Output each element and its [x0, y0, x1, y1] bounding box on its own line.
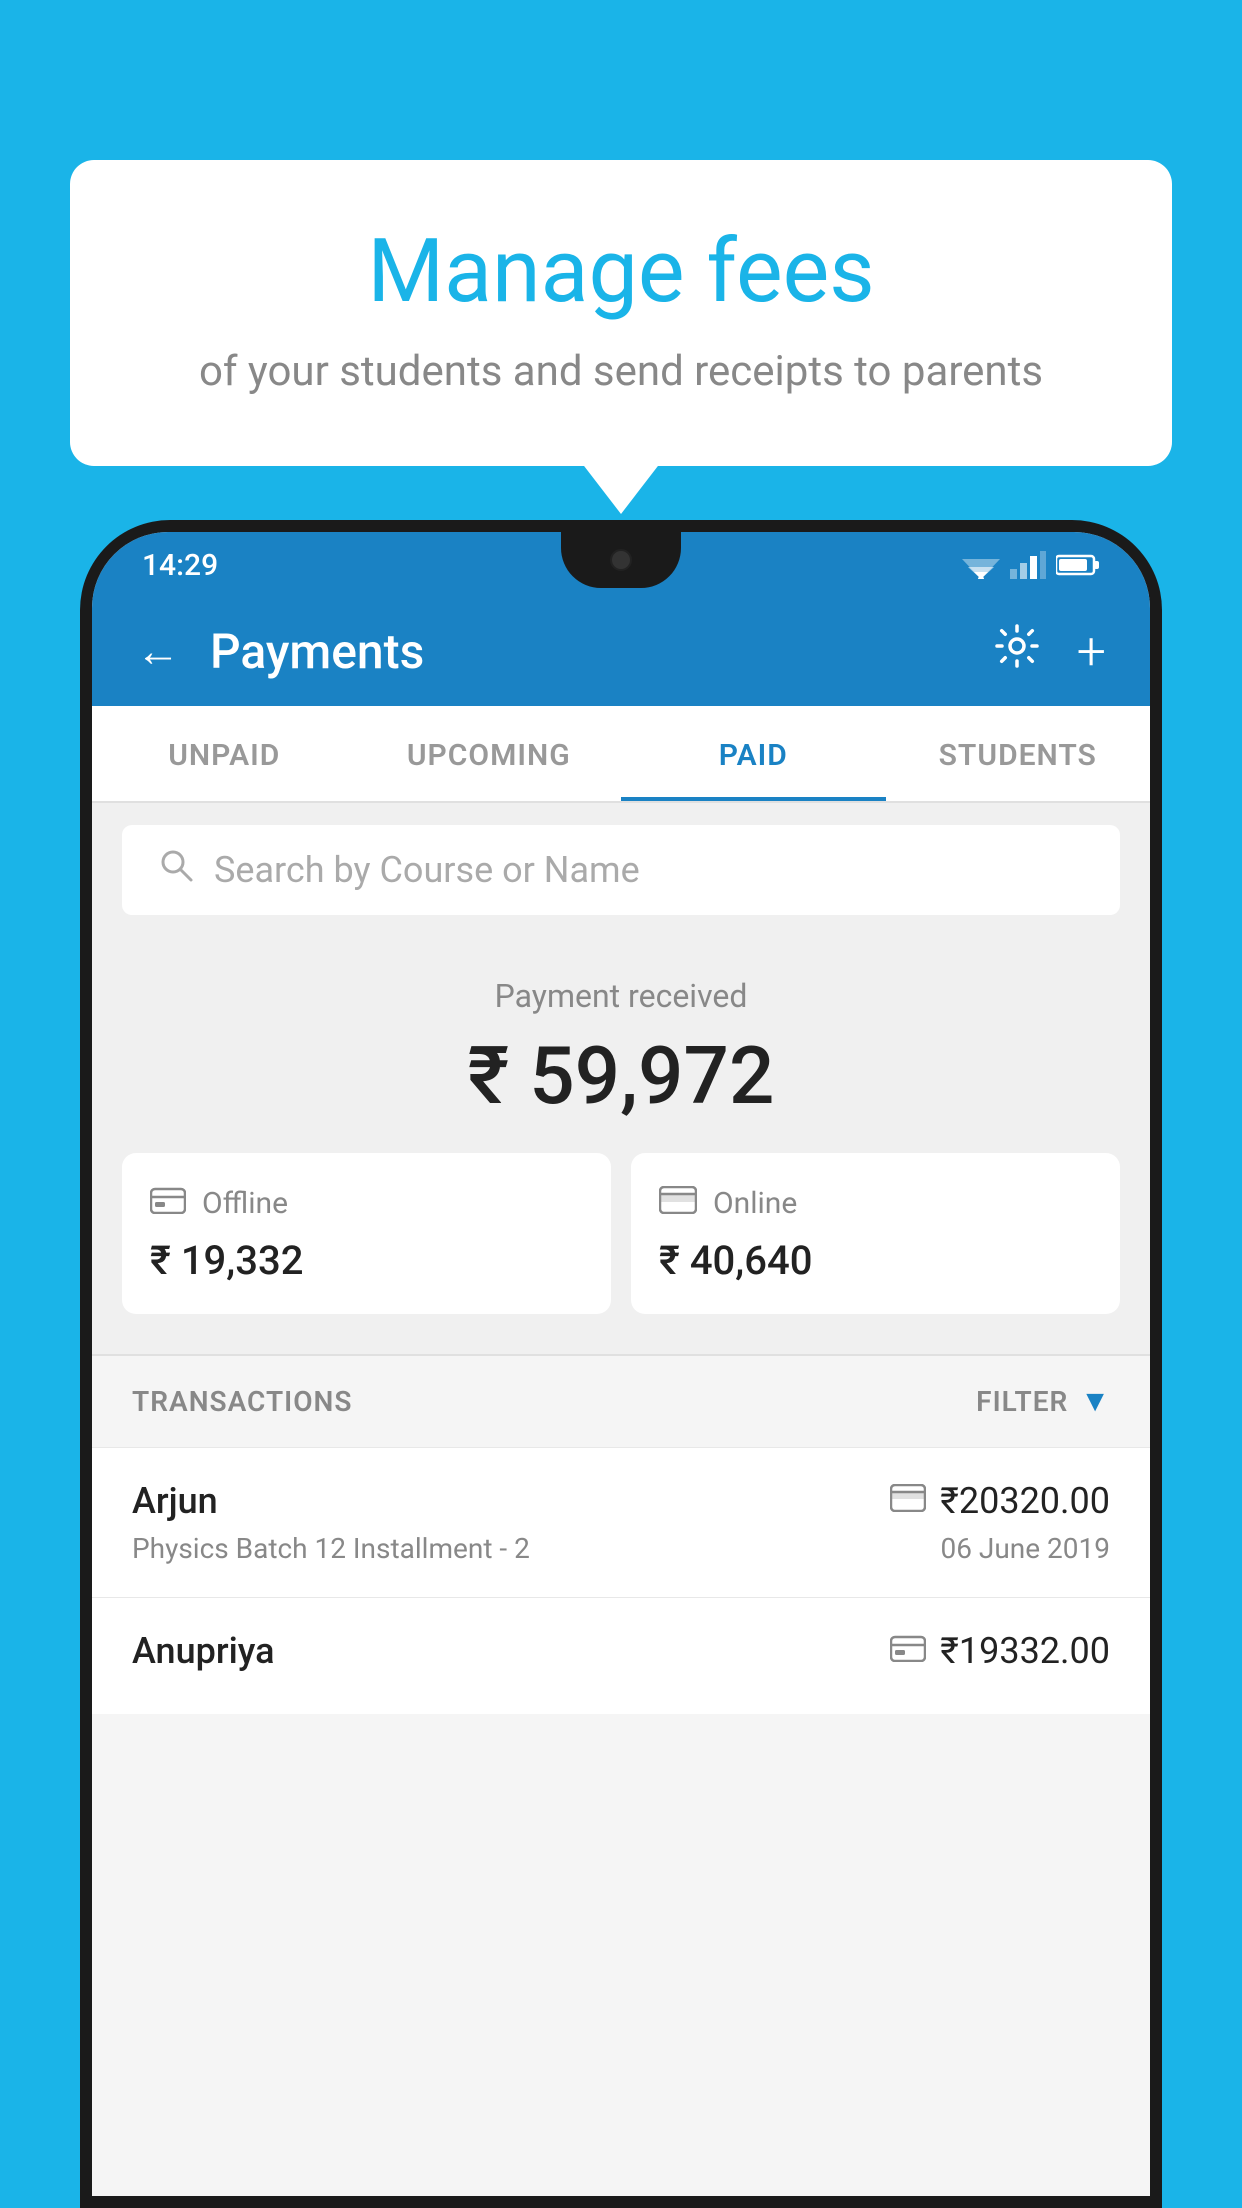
- filter-label: FILTER: [976, 1385, 1068, 1418]
- tab-upcoming[interactable]: UPCOMING: [357, 706, 622, 801]
- search-icon: [158, 847, 194, 893]
- battery-icon: [1056, 553, 1100, 577]
- transactions-label: TRANSACTIONS: [132, 1385, 352, 1418]
- payment-total: ₹ 59,972: [122, 1029, 1120, 1123]
- table-row[interactable]: Arjun ₹20320.00 Physics Batch 12 Install…: [92, 1447, 1150, 1597]
- status-icons: [962, 551, 1100, 579]
- status-time: 14:29: [142, 548, 218, 583]
- gear-icon[interactable]: [993, 622, 1041, 681]
- speech-bubble: Manage fees of your students and send re…: [70, 160, 1172, 466]
- signal-icon: [1010, 551, 1046, 579]
- tab-paid[interactable]: PAID: [621, 706, 886, 801]
- bubble-title: Manage fees: [150, 220, 1092, 323]
- tx-name: Anupriya: [132, 1630, 275, 1672]
- tx-amount: ₹20320.00: [940, 1480, 1110, 1522]
- offline-label: Offline: [202, 1186, 288, 1221]
- online-label: Online: [713, 1186, 797, 1221]
- online-amount: ₹ 40,640: [659, 1237, 1092, 1284]
- offline-card: Offline ₹ 19,332: [122, 1153, 611, 1314]
- offline-icon: [150, 1183, 186, 1223]
- payment-received-label: Payment received: [122, 977, 1120, 1015]
- wifi-icon: [962, 551, 1000, 579]
- bubble-subtitle: of your students and send receipts to pa…: [150, 347, 1092, 396]
- tx-amount: ₹19332.00: [940, 1630, 1110, 1672]
- table-row[interactable]: Anupriya ₹19332.00: [92, 1597, 1150, 1714]
- search-container: Search by Course or Name: [92, 803, 1150, 937]
- filter-button[interactable]: FILTER ▼: [976, 1384, 1110, 1419]
- add-button[interactable]: +: [1077, 621, 1106, 682]
- filter-icon: ▼: [1080, 1384, 1110, 1419]
- phone-frame: 14:29: [80, 520, 1162, 2208]
- back-button[interactable]: ←: [136, 625, 180, 677]
- online-icon: [659, 1183, 697, 1223]
- tx-course: Physics Batch 12 Installment - 2: [132, 1532, 530, 1565]
- payment-summary: Payment received ₹ 59,972 Offline: [92, 937, 1150, 1354]
- phone-notch: [561, 532, 681, 588]
- tab-students[interactable]: STUDENTS: [886, 706, 1151, 801]
- header-title: Payments: [210, 623, 993, 680]
- tabs-bar: UNPAID UPCOMING PAID STUDENTS: [92, 706, 1150, 803]
- transactions-header: TRANSACTIONS FILTER ▼: [92, 1354, 1150, 1447]
- app-header: ← Payments +: [92, 596, 1150, 706]
- tab-unpaid[interactable]: UNPAID: [92, 706, 357, 801]
- tx-date: 06 June 2019: [940, 1532, 1110, 1565]
- offline-amount: ₹ 19,332: [150, 1237, 583, 1284]
- search-placeholder: Search by Course or Name: [214, 849, 640, 891]
- tx-cash-icon: [890, 1632, 926, 1670]
- online-card: Online ₹ 40,640: [631, 1153, 1120, 1314]
- payment-cards: Offline ₹ 19,332 Onli: [122, 1153, 1120, 1314]
- search-bar[interactable]: Search by Course or Name: [122, 825, 1120, 915]
- tx-name: Arjun: [132, 1480, 218, 1522]
- tx-card-icon: [890, 1482, 926, 1520]
- camera-dot: [610, 549, 632, 571]
